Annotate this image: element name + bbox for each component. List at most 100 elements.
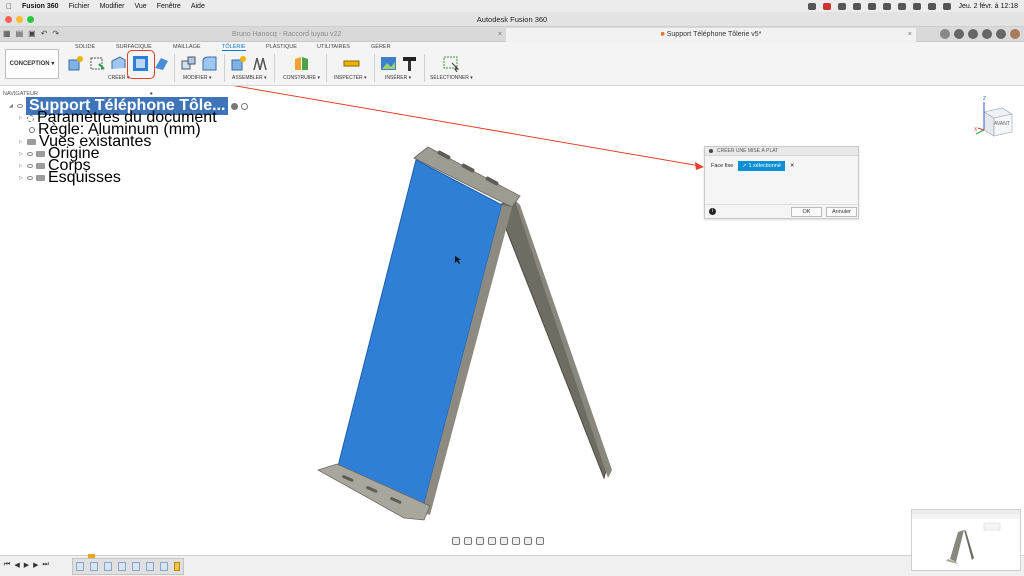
tab-gerer[interactable]: GÉRER bbox=[371, 44, 391, 50]
fit-icon[interactable] bbox=[500, 537, 508, 545]
group-modifier[interactable]: MODIFIER ▾ bbox=[183, 75, 211, 81]
step-back-icon[interactable]: ◀ bbox=[14, 561, 19, 569]
look-at-icon[interactable] bbox=[464, 537, 472, 545]
pan-icon[interactable] bbox=[476, 537, 484, 545]
offset-plane-icon[interactable] bbox=[293, 55, 310, 72]
browser-toggle-icon[interactable]: ● bbox=[150, 91, 153, 97]
browser-item-esquisses[interactable]: ▷ Esquisses bbox=[19, 169, 121, 186]
orbit-icon[interactable] bbox=[452, 537, 460, 545]
group-construire[interactable]: CONSTRUIRE ▾ bbox=[283, 75, 320, 81]
headphones-icon[interactable] bbox=[883, 2, 892, 10]
group-creer[interactable]: CRÉER ▾ bbox=[108, 75, 129, 81]
file-menu-icon[interactable]: ▤ bbox=[16, 29, 24, 38]
job-status-icon[interactable] bbox=[968, 29, 978, 39]
insert-mcmaster-icon[interactable] bbox=[401, 55, 418, 72]
status-icon[interactable] bbox=[853, 2, 862, 10]
viewport[interactable] bbox=[0, 86, 1024, 555]
tab-raccord-tuyau[interactable]: Bruno Hanocq - Raccord tuyau v22 × bbox=[226, 28, 506, 42]
fixed-face-selection[interactable]: ➚ 1 sélectionné bbox=[738, 161, 785, 171]
menu-vue[interactable]: Vue bbox=[135, 3, 147, 10]
go-to-end-icon[interactable]: ⏭ bbox=[42, 561, 48, 569]
create-sketch-icon[interactable] bbox=[89, 55, 106, 72]
clock[interactable]: Jeu. 2 févr. à 12:18 bbox=[958, 3, 1018, 10]
add-tab-icon[interactable] bbox=[940, 29, 950, 39]
status-icon[interactable] bbox=[868, 2, 877, 10]
zoom-window-button[interactable] bbox=[27, 16, 34, 23]
expand-icon[interactable]: ▷ bbox=[19, 151, 24, 157]
viewcube[interactable] bbox=[972, 98, 1022, 140]
expand-icon[interactable]: ▷ bbox=[19, 175, 24, 181]
group-inserer[interactable]: INSÉRER ▾ bbox=[385, 75, 411, 81]
avatar[interactable] bbox=[1010, 29, 1020, 39]
wifi-icon[interactable] bbox=[913, 2, 922, 10]
menu-fichier[interactable]: Fichier bbox=[69, 3, 90, 10]
group-inspecter[interactable]: INSPECTER ▾ bbox=[334, 75, 367, 81]
timeline-feature[interactable] bbox=[104, 562, 112, 571]
close-window-button[interactable] bbox=[5, 16, 12, 23]
ok-button[interactable]: OK bbox=[791, 207, 822, 217]
notifications-icon[interactable] bbox=[982, 29, 992, 39]
timeline-feature[interactable] bbox=[160, 562, 168, 571]
eye-icon[interactable] bbox=[17, 104, 23, 108]
menu-modifier[interactable]: Modifier bbox=[100, 3, 125, 10]
menu-fenetre[interactable]: Fenêtre bbox=[157, 3, 181, 10]
dialog-collapse-icon[interactable] bbox=[709, 149, 713, 153]
activate-icon[interactable] bbox=[231, 102, 239, 110]
timeline-feature[interactable] bbox=[90, 562, 98, 571]
menu-app[interactable]: Fusion 360 bbox=[22, 3, 59, 10]
tab-maillage[interactable]: MAILLAGE bbox=[173, 44, 201, 50]
tab-tolerie[interactable]: TÔLERIE bbox=[222, 44, 246, 51]
timeline-feature[interactable] bbox=[132, 562, 140, 571]
undo-icon[interactable]: ↶ bbox=[41, 29, 48, 38]
group-assembler[interactable]: ASSEMBLER ▾ bbox=[232, 75, 266, 81]
play-icon[interactable]: ▶ bbox=[24, 561, 29, 569]
timeline-position-marker[interactable] bbox=[88, 554, 95, 558]
timeline-feature[interactable] bbox=[76, 562, 84, 571]
group-selectionner[interactable]: SÉLECTIONNER ▾ bbox=[430, 75, 473, 81]
expand-icon[interactable]: ▷ bbox=[19, 163, 24, 169]
info-icon[interactable]: i bbox=[709, 208, 716, 215]
radio-icon[interactable] bbox=[241, 102, 249, 110]
bluetooth-icon[interactable] bbox=[898, 2, 907, 10]
flange-icon[interactable] bbox=[110, 55, 127, 72]
fillet-icon[interactable] bbox=[201, 55, 218, 72]
grid-icon[interactable]: ▦ bbox=[3, 29, 11, 38]
workspace-switcher[interactable]: CONCEPTION ▾ bbox=[5, 49, 59, 79]
eye-icon[interactable] bbox=[27, 176, 33, 180]
status-icon[interactable] bbox=[823, 2, 832, 10]
timeline-marker[interactable] bbox=[174, 562, 180, 571]
new-component-icon[interactable] bbox=[67, 55, 84, 72]
viewports-icon[interactable] bbox=[536, 537, 544, 545]
cancel-button[interactable]: Annuler bbox=[826, 207, 857, 217]
eye-icon[interactable] bbox=[27, 152, 33, 156]
extensions-icon[interactable] bbox=[954, 29, 964, 39]
collapse-icon[interactable]: ◢ bbox=[9, 103, 14, 109]
tab-plastique[interactable]: PLASTIQUE bbox=[266, 44, 297, 50]
unfold-icon[interactable] bbox=[153, 55, 170, 72]
close-tab-icon[interactable]: × bbox=[498, 28, 502, 42]
insert-canvas-icon[interactable] bbox=[380, 55, 397, 72]
zoom-icon[interactable] bbox=[488, 537, 496, 545]
tab-solide[interactable]: SOLIDE bbox=[75, 44, 95, 50]
display-settings-icon[interactable] bbox=[512, 537, 520, 545]
step-forward-icon[interactable]: ▶ bbox=[33, 561, 38, 569]
expand-icon[interactable]: ▷ bbox=[19, 115, 24, 121]
as-built-joint-icon[interactable] bbox=[251, 55, 268, 72]
dialog-header[interactable]: CRÉER UNE MISE À PLAT bbox=[705, 147, 858, 156]
joint-icon[interactable] bbox=[230, 55, 247, 72]
go-to-start-icon[interactable]: ⏮ bbox=[4, 561, 10, 569]
expand-icon[interactable]: ▷ bbox=[19, 139, 24, 145]
help-icon[interactable] bbox=[996, 29, 1006, 39]
select-icon[interactable] bbox=[443, 55, 460, 72]
measure-icon[interactable] bbox=[343, 55, 360, 72]
search-icon[interactable] bbox=[928, 2, 937, 10]
eye-icon[interactable] bbox=[27, 164, 33, 168]
back-panel[interactable] bbox=[496, 198, 609, 480]
clear-selection-icon[interactable]: ✕ bbox=[790, 163, 795, 169]
grid-settings-icon[interactable] bbox=[524, 537, 532, 545]
timeline-feature[interactable] bbox=[118, 562, 126, 571]
menu-aide[interactable]: Aide bbox=[191, 3, 205, 10]
timeline-feature[interactable] bbox=[146, 562, 154, 571]
status-icon[interactable] bbox=[838, 2, 847, 10]
close-tab-icon[interactable]: × bbox=[908, 28, 912, 42]
